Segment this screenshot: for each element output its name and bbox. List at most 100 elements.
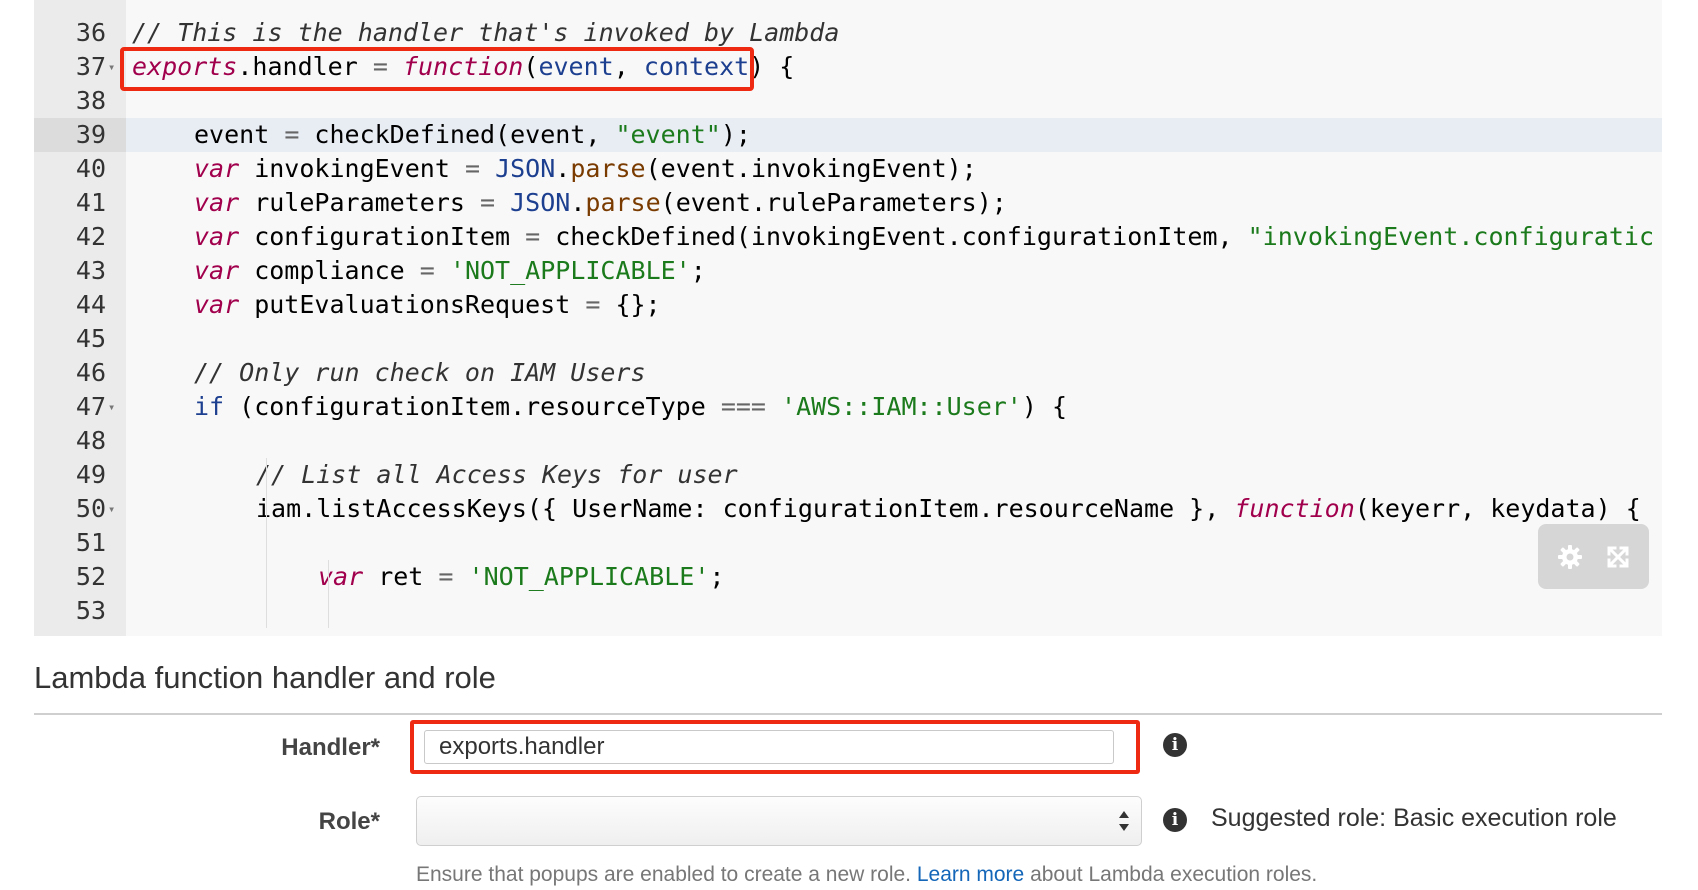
code-token: event — [194, 120, 285, 149]
code-line[interactable]: 44 var putEvaluationsRequest = {}; — [34, 288, 1662, 322]
indent-guide — [328, 560, 329, 628]
code-token: configurationItem — [239, 222, 526, 251]
code-token: ) { — [749, 52, 795, 81]
code-token: = — [585, 290, 601, 319]
code-token: "invokingEvent.configuratic — [1247, 222, 1655, 251]
code-text: if (configurationItem.resourceType === '… — [194, 390, 1067, 424]
code-token: var — [194, 256, 240, 285]
code-token: checkDefined(event, — [299, 120, 616, 149]
fold-toggle-icon[interactable]: ▾ — [108, 390, 122, 424]
role-help-text: Ensure that popups are enabled to create… — [416, 863, 1317, 887]
line-number: 44 — [75, 290, 106, 319]
code-line[interactable]: 50 ▾ iam.listAccessKeys({ UserName: config… — [34, 492, 1662, 526]
fold-toggle-icon[interactable]: ▾ — [108, 492, 122, 526]
code-token: parse — [570, 154, 646, 183]
code-line[interactable]: 40 var invokingEvent = JSON.parse(event.i… — [34, 152, 1662, 186]
code-text: var ruleParameters = JSON.parse(event.ru… — [194, 186, 1007, 220]
code-line[interactable]: 45 — [34, 322, 1662, 356]
code-token: if — [194, 392, 225, 421]
code-token: ; — [690, 256, 706, 285]
code-text: var configurationItem = checkDefined(inv… — [194, 220, 1654, 254]
line-number: 48 — [75, 426, 106, 455]
code-token: putEvaluationsRequest — [239, 290, 586, 319]
code-token: var — [194, 154, 240, 183]
code-line[interactable]: 46 // Only run check on IAM Users — [34, 356, 1662, 390]
code-text: // List all Access Keys for user — [256, 458, 738, 492]
code-token: var — [318, 562, 364, 591]
code-line[interactable]: 47 ▾ if (configurationItem.resourceType ==… — [34, 390, 1662, 424]
handler-input[interactable] — [424, 730, 1114, 764]
code-token: var — [194, 222, 240, 251]
code-token: 'NOT_APPLICABLE' — [468, 562, 710, 591]
code-text: var ret = 'NOT_APPLICABLE'; — [318, 560, 724, 594]
code-token: compliance — [239, 256, 420, 285]
line-number: 53 — [75, 596, 106, 625]
code-token: // List all Access Keys for user — [256, 460, 738, 489]
code-token: JSON — [495, 154, 556, 183]
editor-toolbar — [1538, 524, 1649, 589]
code-line[interactable]: 39 event = checkDefined(event, "event"); — [34, 118, 1662, 152]
code-token: JSON — [510, 188, 571, 217]
code-text: iam.listAccessKeys({ UserName: configura… — [256, 492, 1641, 526]
code-token: "event" — [615, 120, 721, 149]
handler-field-highlight — [410, 720, 1140, 774]
code-text: var compliance = 'NOT_APPLICABLE'; — [194, 254, 706, 288]
code-token: = — [419, 256, 435, 285]
code-line[interactable]: 48 — [34, 424, 1662, 458]
code-token: {}; — [600, 290, 661, 319]
code-token: checkDefined(invokingEvent.configuration… — [540, 222, 1248, 251]
role-select[interactable] — [416, 796, 1142, 846]
code-text: var invokingEvent = JSON.parse(event.inv… — [194, 152, 977, 186]
suggested-role-text: Suggested role: Basic execution role — [1211, 804, 1617, 832]
gear-icon[interactable] — [1557, 544, 1583, 570]
code-text: event = checkDefined(event, "event"); — [194, 118, 751, 152]
code-token: = — [525, 222, 541, 251]
line-number: 43 — [75, 256, 106, 285]
code-line[interactable]: 43 var compliance = 'NOT_APPLICABLE'; — [34, 254, 1662, 288]
line-number: 38 — [75, 86, 106, 115]
select-arrows-icon — [1117, 807, 1131, 840]
code-token: (configurationItem.resourceType — [224, 392, 721, 421]
expand-icon[interactable] — [1605, 544, 1631, 570]
handler-info-icon[interactable]: i — [1163, 733, 1187, 757]
code-line[interactable]: 53 — [34, 594, 1662, 628]
line-number: 40 — [75, 154, 106, 183]
code-token: 'NOT_APPLICABLE' — [449, 256, 691, 285]
code-token: // This is the handler that's invoked by… — [132, 18, 840, 47]
code-token: ); — [720, 120, 751, 149]
line-number: 49 — [75, 460, 106, 489]
code-token: iam.listAccessKeys({ UserName: configura… — [256, 494, 1235, 523]
section-divider — [34, 713, 1662, 715]
learn-more-link[interactable]: Learn more — [917, 863, 1024, 886]
line-number: 41 — [75, 188, 106, 217]
code-token: var — [194, 290, 240, 319]
line-number: 46 — [75, 358, 106, 387]
code-token: invokingEvent — [239, 154, 465, 183]
section-title: Lambda function handler and role — [34, 660, 496, 695]
code-token: === — [720, 392, 766, 421]
role-label: Role* — [318, 808, 380, 835]
line-number: 52 — [75, 562, 106, 591]
code-token: ruleParameters — [239, 188, 480, 217]
role-info-icon[interactable]: i — [1163, 808, 1187, 832]
code-line[interactable]: 42 var configurationItem = checkDefined(i… — [34, 220, 1662, 254]
code-token: 'AWS::IAM::User' — [781, 392, 1022, 421]
code-token: parse — [585, 188, 661, 217]
indent-guide — [266, 458, 267, 628]
code-token: ; — [709, 562, 725, 591]
code-line[interactable]: 51 — [34, 526, 1662, 560]
help-prefix: Ensure that popups are enabled to create… — [416, 863, 917, 886]
line-number: 39 — [34, 118, 126, 152]
code-token: . — [555, 154, 571, 183]
code-line[interactable]: 52 var ret = 'NOT_APPLICABLE'; — [34, 560, 1662, 594]
code-line[interactable]: 36 // This is the handler that's invoked … — [34, 16, 1662, 50]
code-line[interactable]: 49 // List all Access Keys for user — [34, 458, 1662, 492]
line-number: 51 — [75, 528, 106, 557]
code-line[interactable]: 41 var ruleParameters = JSON.parse(event.… — [34, 186, 1662, 220]
code-token: . — [570, 188, 586, 217]
code-editor[interactable]: 36 // This is the handler that's invoked … — [34, 0, 1662, 636]
